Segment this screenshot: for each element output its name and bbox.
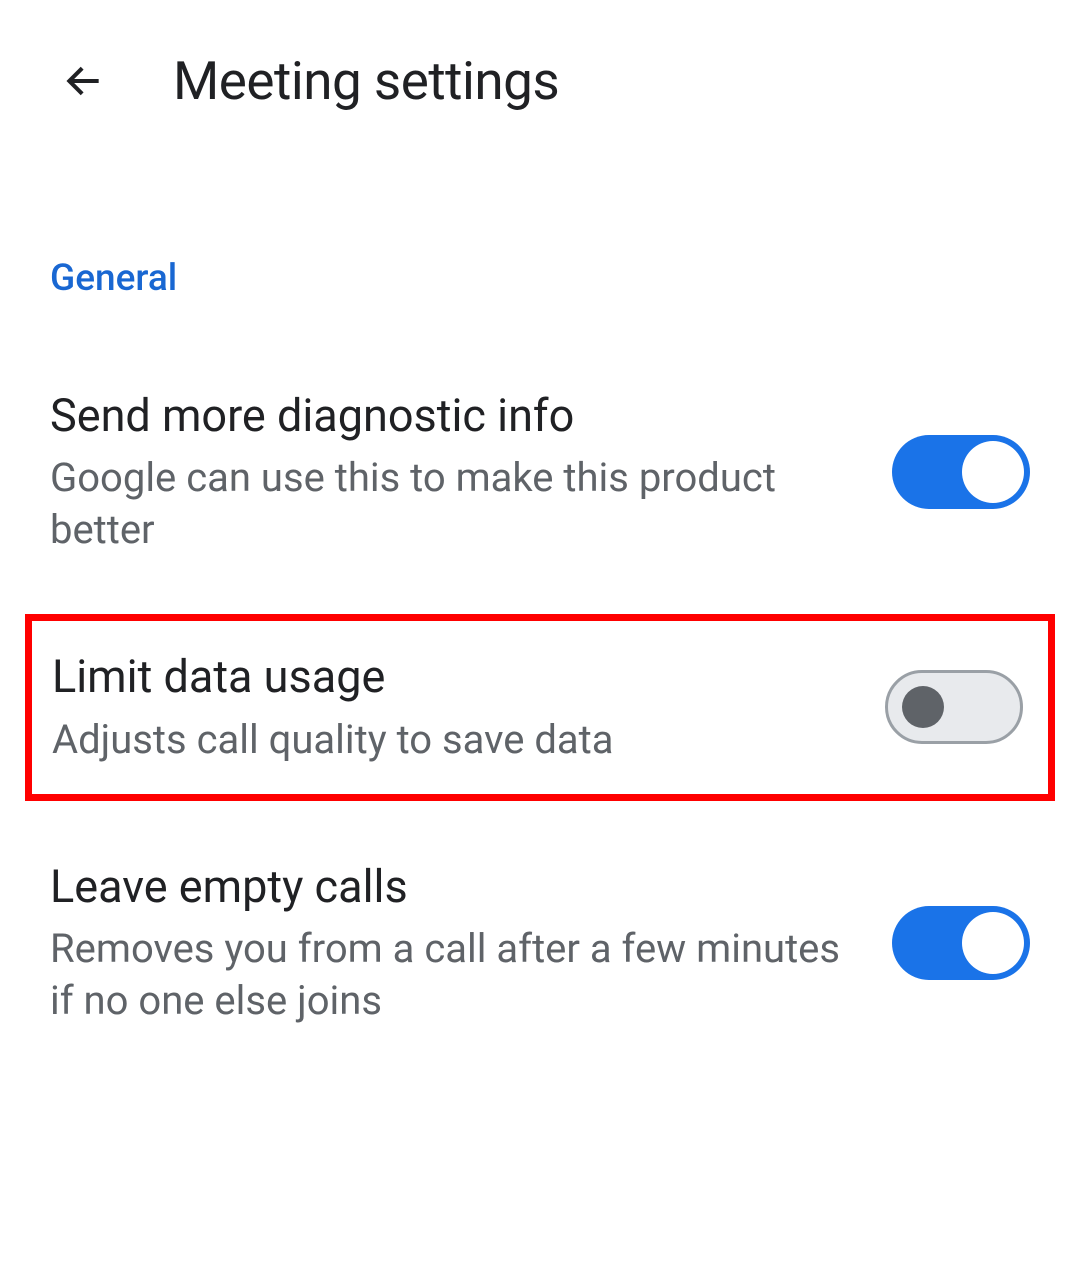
setting-leave-empty-calls[interactable]: Leave empty calls Removes you from a cal… — [0, 821, 1080, 1065]
toggle-thumb — [962, 441, 1024, 503]
setting-subtitle: Adjusts call quality to save data — [52, 714, 845, 766]
section-header-general: General — [0, 142, 1080, 300]
setting-text: Limit data usage Adjusts call quality to… — [52, 649, 885, 765]
header: Meeting settings — [0, 0, 1080, 142]
setting-title: Leave empty calls — [50, 859, 852, 915]
setting-text: Leave empty calls Removes you from a cal… — [50, 859, 892, 1027]
toggle-thumb — [902, 686, 944, 728]
toggle-limit-data-usage[interactable] — [885, 670, 1023, 744]
toggle-leave-empty-calls[interactable] — [892, 906, 1030, 980]
setting-title: Send more diagnostic info — [50, 388, 852, 444]
setting-title: Limit data usage — [52, 649, 845, 705]
setting-text: Send more diagnostic info Google can use… — [50, 388, 892, 556]
arrow-back-icon — [62, 59, 106, 103]
settings-list: Send more diagnostic info Google can use… — [0, 300, 1080, 1065]
setting-limit-data-usage[interactable]: Limit data usage Adjusts call quality to… — [25, 614, 1055, 800]
setting-diagnostic-info[interactable]: Send more diagnostic info Google can use… — [0, 350, 1080, 594]
setting-subtitle: Google can use this to make this product… — [50, 452, 852, 556]
page-title: Meeting settings — [173, 50, 559, 112]
toggle-thumb — [962, 912, 1024, 974]
toggle-diagnostic-info[interactable] — [892, 435, 1030, 509]
setting-subtitle: Removes you from a call after a few minu… — [50, 923, 852, 1027]
back-button[interactable] — [60, 57, 108, 105]
